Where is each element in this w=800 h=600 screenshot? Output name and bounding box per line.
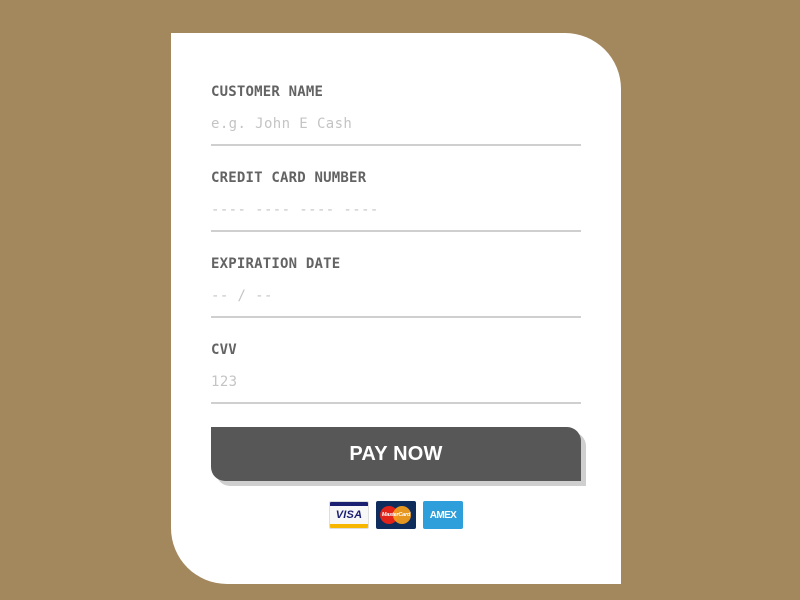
mastercard-icon: MasterCard — [376, 501, 416, 529]
expiration-date-input[interactable] — [211, 288, 581, 318]
amex-icon: AMEX — [423, 501, 463, 529]
customer-name-label: CUSTOMER NAME — [211, 84, 324, 100]
accepted-cards: VISA MasterCard AMEX — [329, 501, 463, 529]
visa-label: VISA — [335, 509, 363, 521]
pay-now-button[interactable]: PAY NOW — [211, 427, 581, 481]
cvv-field: CVV — [211, 341, 581, 404]
customer-name-input[interactable] — [211, 116, 581, 146]
visa-stripe-bottom — [330, 524, 368, 528]
credit-card-number-input[interactable] — [211, 202, 581, 232]
cvv-input[interactable] — [211, 374, 581, 404]
payment-form-card: CUSTOMER NAME CREDIT CARD NUMBER EXPIRAT… — [171, 33, 621, 584]
customer-name-field: CUSTOMER NAME — [211, 83, 581, 146]
expiration-date-field: EXPIRATION DATE — [211, 255, 581, 318]
credit-card-number-field: CREDIT CARD NUMBER — [211, 169, 581, 232]
credit-card-number-label: CREDIT CARD NUMBER — [211, 170, 367, 186]
cvv-label: CVV — [211, 342, 237, 358]
mastercard-label: MasterCard — [381, 512, 411, 518]
amex-label: AMEX — [429, 509, 457, 521]
expiration-date-label: EXPIRATION DATE — [211, 256, 341, 272]
visa-icon: VISA — [329, 501, 369, 529]
visa-stripe-top — [330, 502, 368, 506]
